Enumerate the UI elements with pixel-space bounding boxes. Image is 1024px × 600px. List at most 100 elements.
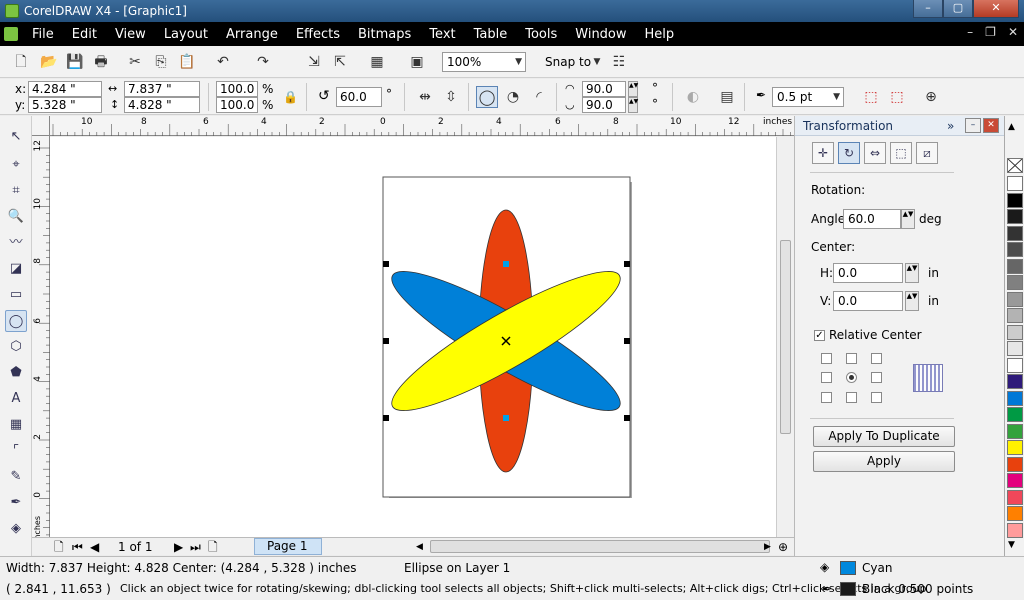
anchor-top-center[interactable] [846,353,857,364]
skew-mode-icon[interactable]: ⧄ [916,142,938,164]
import-icon[interactable]: ⇲ [305,53,323,71]
scale-mirror-mode-icon[interactable]: ⇔ [864,142,886,164]
doc-restore-icon[interactable]: ❐ [985,25,996,39]
freehand-tool-icon[interactable]: 〰 [5,232,27,254]
selection-handle[interactable] [383,415,389,421]
menu-tools[interactable]: Tools [525,27,557,42]
anchor-top-right[interactable] [871,353,882,364]
position-mode-icon[interactable]: ✛ [812,142,834,164]
rotate-mode-icon[interactable]: ↻ [838,142,860,164]
menu-help[interactable]: Help [645,27,675,42]
options-icon[interactable]: ☷ [610,53,628,71]
color-swatch[interactable] [1007,176,1023,191]
center-h-spinner[interactable]: ▲▼ [905,263,919,283]
pie-mode-icon[interactable]: ◔ [504,88,522,106]
y-position-field[interactable]: 5.328 " [28,97,102,113]
menu-text[interactable]: Text [429,27,455,42]
anchor-middle-right[interactable] [871,372,882,383]
horizontal-ruler[interactable]: 10 8 6 4 2 0 2 4 6 8 10 12 inches [50,116,794,136]
menu-arrange[interactable]: Arrange [226,27,278,42]
ellipse-tool-icon[interactable]: ◯ [5,310,27,332]
arc-mode-icon[interactable]: ◜ [530,88,548,106]
fill-tool-icon[interactable]: ◈ [5,518,27,540]
first-page-icon[interactable]: ⏮ [72,539,83,555]
navigator-icon[interactable]: ⊕ [778,539,788,555]
arc-end-angle-field[interactable]: 90.0 [582,97,626,113]
color-swatch[interactable] [1007,275,1023,290]
drawing-svg[interactable] [50,137,776,537]
palette-scroll-down-icon[interactable]: ▼ [1008,540,1015,550]
smart-fill-tool-icon[interactable]: ◪ [5,258,27,280]
mirror-horizontal-icon[interactable]: ⇹ [416,88,434,106]
menu-file[interactable]: File [32,27,54,42]
color-swatch[interactable] [1007,407,1023,422]
scale-x-field[interactable]: 100.0 [216,81,258,97]
height-field[interactable]: 4.828 " [124,97,200,113]
menu-table[interactable]: Table [474,27,508,42]
crop-tool-icon[interactable]: ⌗ [5,180,27,202]
menu-view[interactable]: View [115,27,146,42]
menu-edit[interactable]: Edit [72,27,97,42]
menu-layout[interactable]: Layout [164,27,208,42]
docker-minimize-button[interactable]: – [965,118,981,133]
color-swatch[interactable] [1007,489,1023,505]
undo-icon[interactable]: ↶ [214,53,232,71]
rotation-center-icon[interactable]: ⊕ [922,88,940,106]
redo-icon[interactable]: ↷ [254,53,272,71]
new-document-icon[interactable]: 🗋 [12,53,30,71]
cut-icon[interactable]: ✂ [126,53,144,71]
copy-icon[interactable]: ⎘ [152,53,170,71]
menu-window[interactable]: Window [575,27,626,42]
dimension-tool-icon[interactable]: ⌜ [5,440,27,462]
scroll-right-icon[interactable]: ▶ [764,539,771,555]
open-icon[interactable]: 📂 [40,53,58,71]
convert-to-curves-icon[interactable]: ⬚ [862,88,880,106]
center-v-field[interactable]: 0.0 [833,291,903,311]
break-apart-icon[interactable]: ⬚ [888,88,906,106]
doc-minimize-icon[interactable]: – [967,25,973,39]
pick-tool-icon[interactable]: ↖ [5,126,27,148]
rectangle-tool-icon[interactable]: ▭ [5,284,27,306]
shape-tool-icon[interactable]: ⌖ [5,154,27,176]
arc-start-angle-field[interactable]: 90.0 [582,81,626,97]
width-field[interactable]: 7.837 " [124,81,200,97]
anchor-bottom-left[interactable] [821,392,832,403]
relative-center-checkbox[interactable]: ✓ [814,330,825,341]
node-handle[interactable] [503,261,509,267]
snap-to-button[interactable]: Snap to [545,55,591,69]
table-tool-icon[interactable]: ▦ [5,414,27,436]
size-mode-icon[interactable]: ⬚ [890,142,912,164]
color-swatch[interactable] [1007,440,1023,455]
close-button[interactable]: ✕ [973,0,1019,18]
outline-tool-icon[interactable]: ✒ [5,492,27,514]
wrap-text-icon[interactable]: ▤ [718,88,736,106]
scale-y-field[interactable]: 100.0 [216,97,258,113]
drawing-canvas[interactable] [50,137,776,537]
lock-ratio-icon[interactable]: 🔒 [283,90,298,104]
prev-page-icon[interactable]: ◀ [90,539,99,555]
end-angle-spinner[interactable]: ▲▼ [628,97,638,113]
color-swatch[interactable] [1007,192,1023,208]
vertical-ruler[interactable]: 12 10 8 6 4 2 0 inches [32,136,50,542]
color-swatch[interactable] [1007,209,1023,224]
change-direction-icon[interactable]: ◐ [684,88,702,106]
color-swatch[interactable] [1007,291,1023,307]
anchor-bottom-right[interactable] [871,392,882,403]
color-swatch[interactable] [1007,374,1023,389]
next-page-icon[interactable]: ▶ [174,539,183,555]
anchor-center[interactable] [846,372,857,383]
x-position-field[interactable]: 4.284 " [28,81,102,97]
menu-bitmaps[interactable]: Bitmaps [358,27,411,42]
outline-color-chip[interactable] [840,582,856,596]
page-tab[interactable]: Page 1 [254,538,322,555]
text-tool-icon[interactable]: A [5,388,27,410]
doc-close-icon[interactable]: ✕ [1008,25,1018,39]
apply-to-duplicate-button[interactable]: Apply To Duplicate [813,426,955,447]
color-swatch[interactable] [1007,390,1023,406]
paste-icon[interactable]: 📋 [178,53,196,71]
color-swatch[interactable] [1007,473,1023,488]
anchor-bottom-center[interactable] [846,392,857,403]
node-handle[interactable] [503,415,509,421]
color-swatch[interactable] [1007,423,1023,439]
color-swatch[interactable] [1007,324,1023,340]
